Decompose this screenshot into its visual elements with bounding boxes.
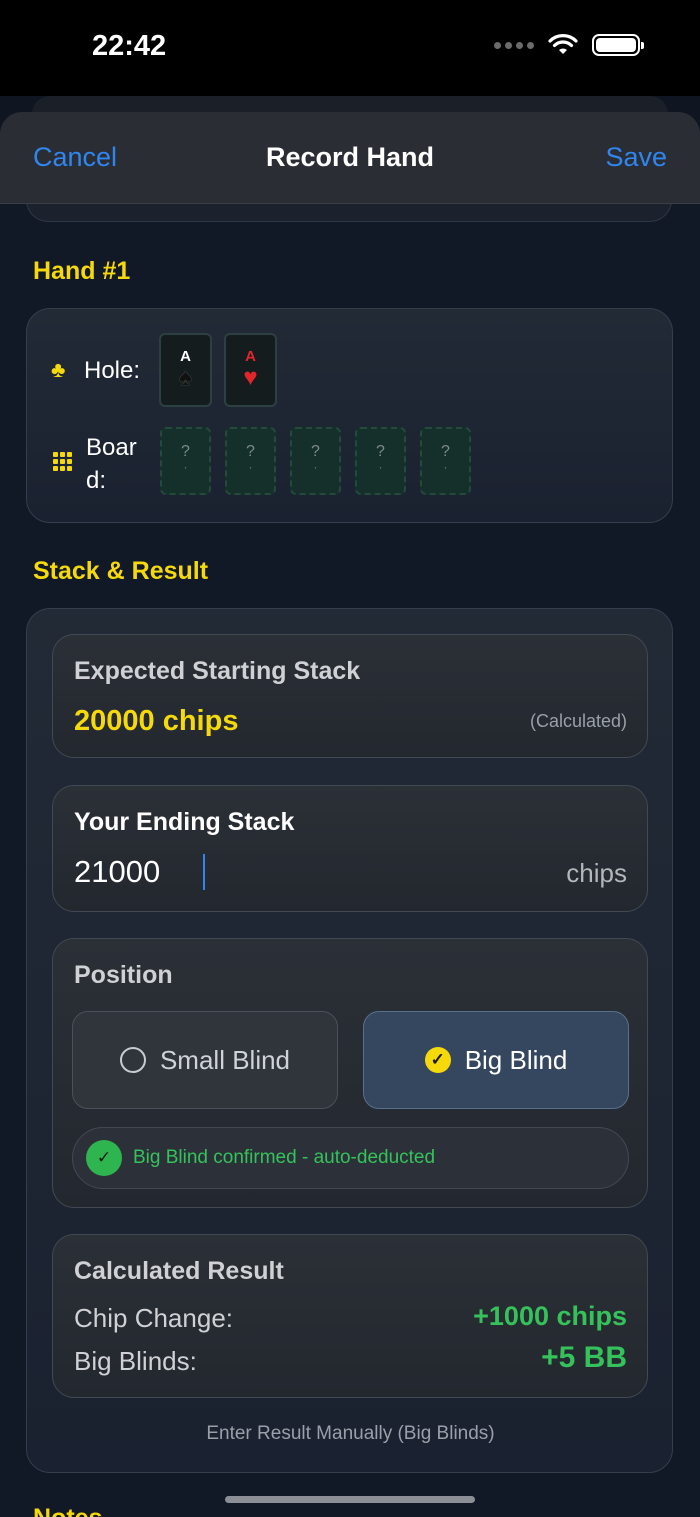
big-blind-button[interactable]: ✓ Big Blind (363, 1011, 629, 1109)
navigation-bar: Cancel Record Hand Save (0, 112, 700, 204)
calculated-result-label: Calculated Result (74, 1257, 284, 1285)
hand-card: ♣ Hole: A ♠ A ♥ Boar d: ? · ? · ? · ? · … (26, 308, 673, 523)
expected-stack-box: Expected Starting Stack 20000 chips (Cal… (52, 634, 648, 758)
heart-icon: ♥ (243, 364, 258, 391)
big-blinds-label: Big Blinds: (74, 1346, 197, 1376)
hole-label: Hole: (84, 357, 141, 384)
board-card-slot-5[interactable]: ? · (420, 427, 471, 495)
placeholder-dot: · (313, 460, 318, 474)
save-button[interactable]: Save (605, 142, 667, 173)
board-card-slot-4[interactable]: ? · (355, 427, 406, 495)
chip-change-value: +1000 chips (473, 1301, 627, 1331)
placeholder-dot: · (378, 460, 383, 474)
placeholder-text: ? (441, 443, 450, 460)
placeholder-text: ? (376, 443, 385, 460)
big-blinds-value: +5 BB (541, 1341, 627, 1374)
status-bar: 22:42 (0, 0, 700, 96)
hole-card-1[interactable]: A ♠ (159, 333, 212, 407)
battery-icon (592, 34, 644, 56)
spade-icon: ♠ (179, 364, 192, 391)
ending-stack-label: Your Ending Stack (74, 808, 295, 836)
small-blind-label: Small Blind (159, 1044, 291, 1075)
position-box: Position Small Blind ✓ Big Blind ✓ Big B… (52, 938, 648, 1208)
placeholder-dot: · (183, 460, 188, 474)
position-label: Position (74, 961, 173, 989)
small-blind-button[interactable]: Small Blind (72, 1011, 338, 1109)
wifi-icon (548, 34, 578, 54)
page-title: Record Hand (265, 142, 435, 172)
placeholder-text: ? (246, 443, 255, 460)
checkmark-circle-icon: ✓ (424, 1047, 451, 1073)
board-card-slot-2[interactable]: ? · (225, 427, 276, 495)
card-rank: A (245, 348, 256, 365)
board-card-slot-3[interactable]: ? · (290, 427, 341, 495)
expected-stack-value: 20000 chips (74, 705, 239, 737)
board-label-line1: Boar (86, 434, 137, 461)
placeholder-dot: · (443, 460, 448, 474)
blind-confirmation-banner: ✓ Big Blind confirmed - auto-deducted (72, 1127, 629, 1189)
stack-section-header: Stack & Result (33, 557, 209, 585)
grid-icon (53, 452, 72, 471)
big-blind-label: Big Blind (464, 1044, 568, 1075)
chips-unit: chips (566, 858, 627, 888)
hole-card-2[interactable]: A ♥ (224, 333, 277, 407)
stack-result-card: Expected Starting Stack 20000 chips (Cal… (26, 608, 673, 1473)
cellular-signal-icon (494, 41, 534, 49)
placeholder-dot: · (248, 460, 253, 474)
notes-section-header: Notes (33, 1504, 102, 1517)
calculated-note: (Calculated) (529, 711, 627, 731)
hand-section-header: Hand #1 (33, 257, 131, 285)
home-indicator (225, 1496, 475, 1503)
board-label-line2: d: (86, 467, 107, 494)
board-card-slot-1[interactable]: ? · (160, 427, 211, 495)
confirmation-text: Big Blind confirmed - auto-deducted (133, 1147, 436, 1168)
checkmark-seal-icon: ✓ (89, 1143, 119, 1173)
placeholder-text: ? (181, 443, 190, 460)
expected-stack-label: Expected Starting Stack (74, 657, 361, 685)
ending-stack-input[interactable] (74, 854, 205, 890)
placeholder-text: ? (311, 443, 320, 460)
card-rank: A (180, 348, 191, 365)
chip-change-label: Chip Change: (74, 1303, 233, 1333)
club-icon: ♣ (51, 357, 66, 382)
status-time: 22:42 (92, 30, 167, 62)
record-hand-sheet: Cancel Record Hand Save Hand #1 ♣ Hole: … (0, 112, 700, 1517)
calculated-result-box: Calculated Result Chip Change: +1000 chi… (52, 1234, 648, 1398)
status-icons (494, 34, 644, 56)
ending-stack-box: Your Ending Stack chips (52, 785, 648, 912)
board-label: Boar d: (86, 431, 137, 497)
enter-result-manually-button[interactable]: Enter Result Manually (Big Blinds) (27, 1423, 674, 1445)
radio-unchecked-icon (119, 1047, 146, 1073)
